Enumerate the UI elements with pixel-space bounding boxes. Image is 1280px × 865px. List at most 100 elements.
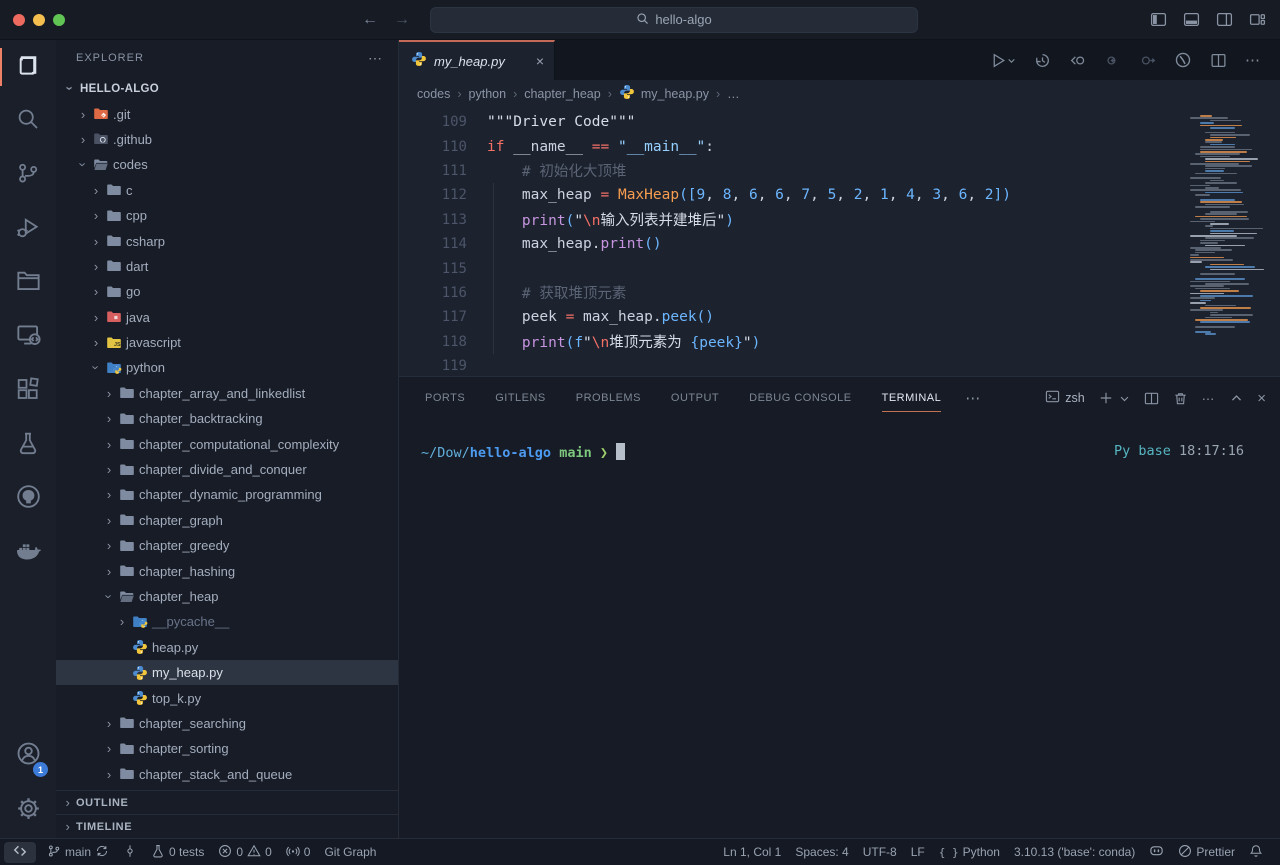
compare-previous-icon[interactable]	[1069, 52, 1086, 69]
panel-tab-problems[interactable]: PROBLEMS	[576, 377, 641, 419]
panel-more-actions-icon[interactable]: ⋯	[1202, 391, 1217, 406]
tree-item-hello-algo[interactable]: ›HELLO-ALGO	[56, 76, 398, 101]
kill-terminal-icon[interactable]	[1173, 391, 1188, 406]
terminal-dropdown-icon[interactable]	[1119, 393, 1130, 404]
tree-item-chapter-heap[interactable]: ›chapter_heap	[56, 584, 398, 609]
gitlens-graph-icon[interactable]	[1174, 51, 1192, 69]
status-tests[interactable]: 0 tests	[144, 842, 211, 863]
tab-my-heap-py[interactable]: my_heap.py ×	[399, 40, 555, 80]
status-cursor-position[interactable]: Ln 1, Col 1	[716, 842, 788, 863]
tree-item-git[interactable]: ›.git	[56, 101, 398, 126]
status-copilot[interactable]	[1142, 842, 1171, 863]
maximize-panel-icon[interactable]	[1230, 392, 1243, 405]
tree-item-javascript[interactable]: ›JSjavascript	[56, 330, 398, 355]
tree-item-csharp[interactable]: ›csharp	[56, 228, 398, 253]
breadcrumb-item-python[interactable]: python	[469, 87, 507, 101]
status-gitlens-status[interactable]	[116, 842, 144, 863]
breadcrumb-item-more[interactable]: …	[727, 87, 740, 101]
toggle-secondary-sidebar-icon[interactable]	[1216, 11, 1233, 28]
new-terminal-icon[interactable]	[1099, 391, 1113, 405]
history-icon[interactable]	[1034, 52, 1051, 69]
breadcrumb-item-chapter-heap[interactable]: chapter_heap	[524, 87, 600, 101]
tree-item-chapter-hashing[interactable]: ›chapter_hashing	[56, 558, 398, 583]
tree-item-go[interactable]: ›go	[56, 279, 398, 304]
status-remote[interactable]	[4, 842, 36, 863]
activity-item-source-control[interactable]	[0, 148, 56, 202]
zoom-window-button[interactable]	[53, 14, 65, 26]
status-git-branch[interactable]: main	[40, 842, 116, 863]
activity-item-project-folder[interactable]	[0, 256, 56, 310]
status-encoding[interactable]: UTF-8	[856, 842, 904, 863]
tree-item-cpp[interactable]: ›cpp	[56, 203, 398, 228]
navigate-back-icon[interactable]: ←	[362, 11, 378, 29]
status-python-interpreter[interactable]: 3.10.13 ('base': conda)	[1007, 842, 1142, 863]
tree-item-chapter-stack-and-queue[interactable]: ›chapter_stack_and_queue	[56, 762, 398, 787]
panel-tab-terminal[interactable]: TERMINAL	[882, 377, 942, 419]
close-window-button[interactable]	[13, 14, 25, 26]
activity-item-docker[interactable]	[0, 526, 56, 580]
tree-item-chapter-divide-and-conquer[interactable]: ›chapter_divide_and_conquer	[56, 457, 398, 482]
tree-item-chapter-graph[interactable]: ›chapter_graph	[56, 508, 398, 533]
tree-item-chapter-backtracking[interactable]: ›chapter_backtracking	[56, 406, 398, 431]
terminal-shell-select[interactable]: zsh	[1045, 389, 1084, 407]
split-terminal-icon[interactable]	[1144, 391, 1159, 406]
activity-item-run-and-debug[interactable]	[0, 202, 56, 256]
tree-item-heap-py[interactable]: heap.py	[56, 635, 398, 660]
breadcrumb-item-my-heap-py[interactable]: my_heap.py	[619, 84, 709, 103]
status-notifications[interactable]	[1242, 842, 1270, 863]
panel-tab-ports[interactable]: PORTS	[425, 377, 465, 419]
activity-item-search[interactable]	[0, 94, 56, 148]
nav-forward-icon[interactable]	[1139, 52, 1156, 69]
tree-item-top-k-py[interactable]: top_k.py	[56, 685, 398, 710]
panel-more-tabs-icon[interactable]: ⋯	[965, 389, 982, 407]
panel-tab-gitlens[interactable]: GITLENS	[495, 377, 546, 419]
toggle-panel-icon[interactable]	[1183, 11, 1200, 28]
minimap[interactable]	[1190, 115, 1270, 365]
close-panel-icon[interactable]: ×	[1257, 390, 1266, 407]
settings-button[interactable]	[0, 784, 56, 838]
panel-tab-debug-console[interactable]: DEBUG CONSOLE	[749, 377, 851, 419]
status-problems[interactable]: 00	[211, 842, 278, 863]
status-prettier[interactable]: Prettier	[1171, 842, 1242, 863]
status-indentation[interactable]: Spaces: 4	[788, 842, 855, 863]
tree-item-chapter-dynamic-programming[interactable]: ›chapter_dynamic_programming	[56, 482, 398, 507]
tree-item-codes[interactable]: ›codes	[56, 152, 398, 177]
tree-item-my-heap-py[interactable]: my_heap.py	[56, 660, 398, 685]
close-tab-icon[interactable]: ×	[536, 53, 544, 69]
tree-item-chapter-array-and-linkedlist[interactable]: ›chapter_array_and_linkedlist	[56, 381, 398, 406]
status-ports-forwarded[interactable]: 0	[279, 842, 318, 863]
toggle-primary-sidebar-icon[interactable]	[1150, 11, 1167, 28]
nav-back-icon[interactable]	[1104, 52, 1121, 69]
activity-item-testing[interactable]	[0, 418, 56, 472]
activity-item-github[interactable]	[0, 472, 56, 526]
activity-item-extensions[interactable]	[0, 364, 56, 418]
tree-item-chapter-sorting[interactable]: ›chapter_sorting	[56, 736, 398, 761]
command-center-search[interactable]: hello-algo	[430, 7, 918, 33]
tree-item-pycache[interactable]: ›__pycache__	[56, 609, 398, 634]
more-actions-icon[interactable]: ⋯	[1245, 51, 1262, 69]
panel-tab-output[interactable]: OUTPUT	[671, 377, 719, 419]
status-eol[interactable]: LF	[904, 842, 932, 863]
tree-item-python[interactable]: ›python	[56, 355, 398, 380]
status-language-mode[interactable]: { }Python	[932, 842, 1007, 863]
run-icon[interactable]	[990, 52, 1016, 69]
status-git-graph[interactable]: Git Graph	[317, 842, 383, 863]
tree-item-dart[interactable]: ›dart	[56, 254, 398, 279]
explorer-more-actions-icon[interactable]: ⋯	[368, 50, 384, 67]
navigate-forward-icon[interactable]: →	[394, 11, 410, 29]
minimize-window-button[interactable]	[33, 14, 45, 26]
code-editor[interactable]: 109"""Driver Code"""110if __name__ == "_…	[399, 107, 1280, 376]
tree-item-java[interactable]: ›java	[56, 305, 398, 330]
activity-item-remote-explorer[interactable]	[0, 310, 56, 364]
tree-item-chapter-greedy[interactable]: ›chapter_greedy	[56, 533, 398, 558]
tree-item-github[interactable]: ›.github	[56, 127, 398, 152]
tree-item-chapter-computational-complexity[interactable]: ›chapter_computational_complexity	[56, 431, 398, 456]
breadcrumb-item-codes[interactable]: codes	[417, 87, 450, 101]
tree-item-chapter-searching[interactable]: ›chapter_searching	[56, 711, 398, 736]
timeline-section[interactable]: › TIMELINE	[56, 814, 398, 838]
tree-item-c[interactable]: ›c	[56, 178, 398, 203]
customize-layout-icon[interactable]	[1249, 11, 1266, 28]
outline-section[interactable]: › OUTLINE	[56, 790, 398, 814]
accounts-button[interactable]: 1	[0, 728, 56, 784]
terminal-output[interactable]: ~/Dow/hello-algo main ❯ Py base 18:17:16	[399, 419, 1280, 838]
